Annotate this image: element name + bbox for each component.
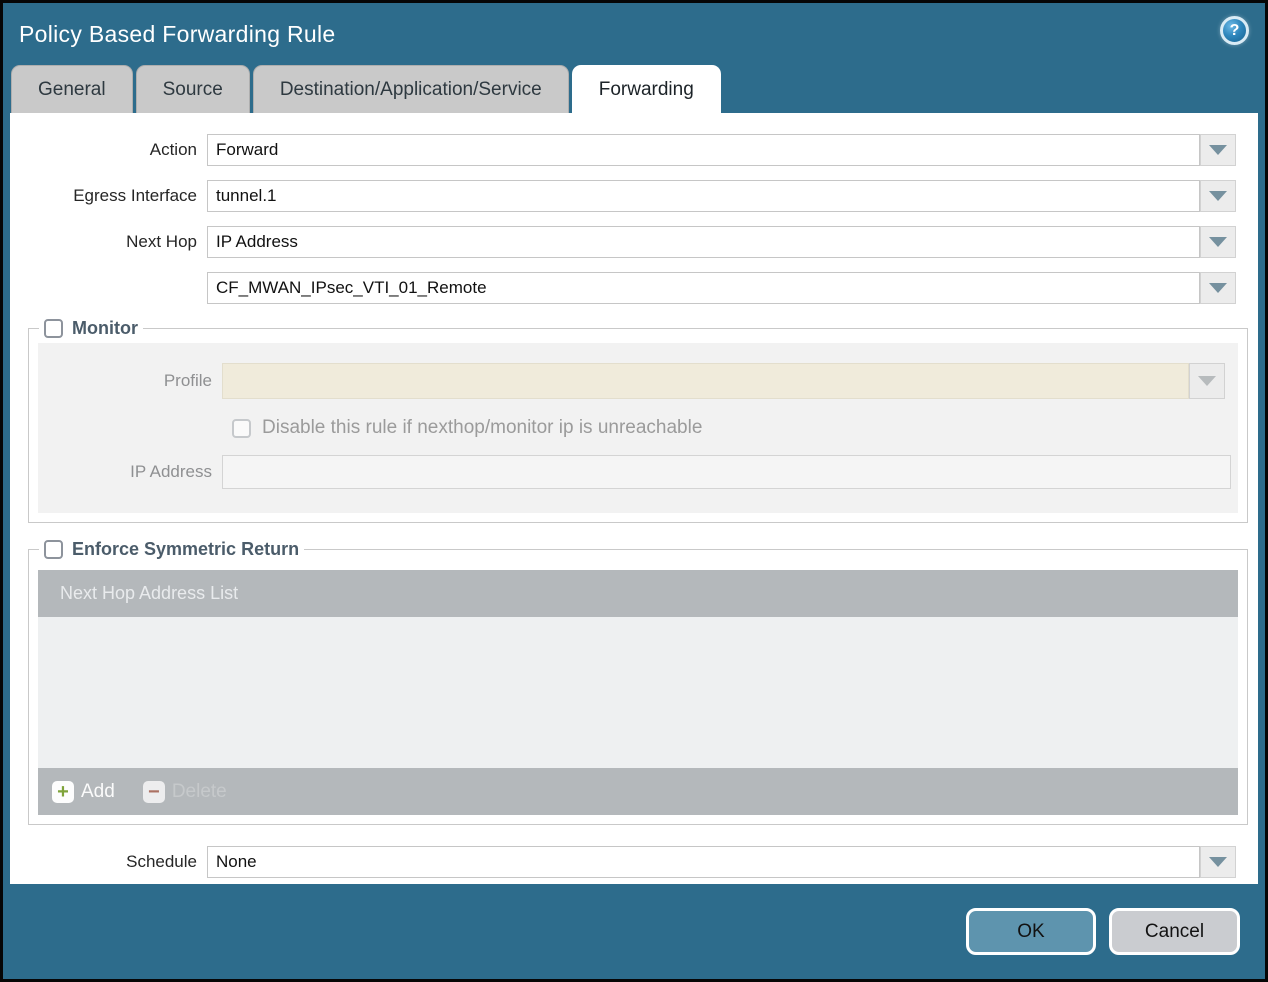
action-row: Action Forward — [10, 134, 1258, 166]
tab-bar: General Source Destination/Application/S… — [11, 65, 1265, 113]
policy-based-forwarding-dialog: Policy Based Forwarding Rule ? General S… — [0, 0, 1268, 982]
tab-general[interactable]: General — [11, 65, 133, 113]
profile-select — [222, 363, 1189, 399]
monitor-fieldset: Monitor Profile Disable this rule if nex… — [28, 318, 1248, 523]
monitor-legend-label: Monitor — [72, 318, 138, 338]
next-hop-address-list-body[interactable] — [38, 617, 1238, 768]
chevron-down-icon — [1209, 857, 1227, 867]
schedule-row: Schedule None — [10, 846, 1258, 878]
monitor-ip-address-row: IP Address — [38, 455, 1238, 489]
dialog-title: Policy Based Forwarding Rule — [19, 20, 336, 47]
disable-rule-row: Disable this rule if nexthop/monitor ip … — [232, 413, 1238, 443]
egress-interface-row: Egress Interface tunnel.1 — [10, 180, 1258, 212]
action-label: Action — [149, 140, 197, 159]
schedule-select[interactable]: None — [207, 846, 1200, 878]
next-hop-row: Next Hop IP Address — [10, 226, 1258, 258]
profile-dropdown-button — [1189, 363, 1225, 399]
dialog-titlebar: Policy Based Forwarding Rule — [3, 3, 1265, 65]
profile-row: Profile — [38, 363, 1238, 399]
action-select[interactable]: Forward — [207, 134, 1200, 166]
monitor-checkbox[interactable] — [44, 319, 63, 338]
monitor-section-body: Profile Disable this rule if nexthop/mon… — [38, 343, 1238, 513]
next-hop-dropdown-button[interactable] — [1200, 226, 1236, 258]
next-hop-address-select[interactable]: CF_MWAN_IPsec_VTI_01_Remote — [207, 272, 1200, 304]
cancel-button[interactable]: Cancel — [1109, 908, 1240, 955]
delete-icon: − — [142, 780, 165, 803]
next-hop-address-list-header: Next Hop Address List — [38, 570, 1238, 617]
chevron-down-icon — [1198, 376, 1216, 386]
egress-interface-dropdown-button[interactable] — [1200, 180, 1236, 212]
monitor-ip-address-input — [222, 455, 1231, 489]
next-hop-label: Next Hop — [126, 232, 197, 251]
schedule-label: Schedule — [126, 852, 197, 871]
delete-button-label: Delete — [171, 780, 227, 802]
chevron-down-icon — [1209, 191, 1227, 201]
disable-rule-checkbox — [232, 418, 251, 438]
chevron-down-icon — [1209, 145, 1227, 155]
next-hop-address-list-toolbar: + Add − Delete — [38, 768, 1238, 815]
tab-destination-application-service[interactable]: Destination/Application/Service — [252, 65, 569, 113]
monitor-ip-address-label: IP Address — [130, 462, 212, 481]
delete-button[interactable]: − Delete — [142, 780, 227, 803]
add-button[interactable]: + Add — [52, 780, 115, 803]
enforce-symmetric-return-checkbox[interactable] — [44, 540, 63, 559]
enforce-symmetric-return-legend: Enforce Symmetric Return — [39, 539, 304, 560]
action-dropdown-button[interactable] — [1200, 134, 1236, 166]
chevron-down-icon — [1209, 237, 1227, 247]
next-hop-address-dropdown-button[interactable] — [1200, 272, 1236, 304]
enforce-symmetric-return-label: Enforce Symmetric Return — [72, 539, 300, 559]
egress-interface-select[interactable]: tunnel.1 — [207, 180, 1200, 212]
disable-rule-label: Disable this rule if nexthop/monitor ip … — [262, 417, 703, 438]
add-icon: + — [52, 780, 74, 803]
next-hop-type-select[interactable]: IP Address — [207, 226, 1200, 258]
tab-source[interactable]: Source — [135, 65, 250, 113]
tab-forwarding[interactable]: Forwarding — [571, 65, 721, 113]
next-hop-address-list-table: Next Hop Address List + Add − Delete — [38, 570, 1238, 815]
add-button-label: Add — [81, 780, 115, 802]
help-question-icon[interactable]: ? — [1220, 16, 1249, 45]
next-hop-address-row: CF_MWAN_IPsec_VTI_01_Remote — [10, 272, 1258, 304]
dialog-footer: OK Cancel — [3, 884, 1265, 979]
profile-label: Profile — [163, 371, 212, 390]
schedule-dropdown-button[interactable] — [1200, 846, 1236, 878]
monitor-legend: Monitor — [39, 318, 143, 339]
egress-interface-label: Egress Interface — [73, 186, 197, 205]
forwarding-tab-panel: Action Forward Egress Interface tunnel.1… — [10, 113, 1258, 884]
enforce-symmetric-return-fieldset: Enforce Symmetric Return Next Hop Addres… — [28, 539, 1248, 825]
chevron-down-icon — [1209, 283, 1227, 293]
ok-button[interactable]: OK — [966, 908, 1096, 955]
